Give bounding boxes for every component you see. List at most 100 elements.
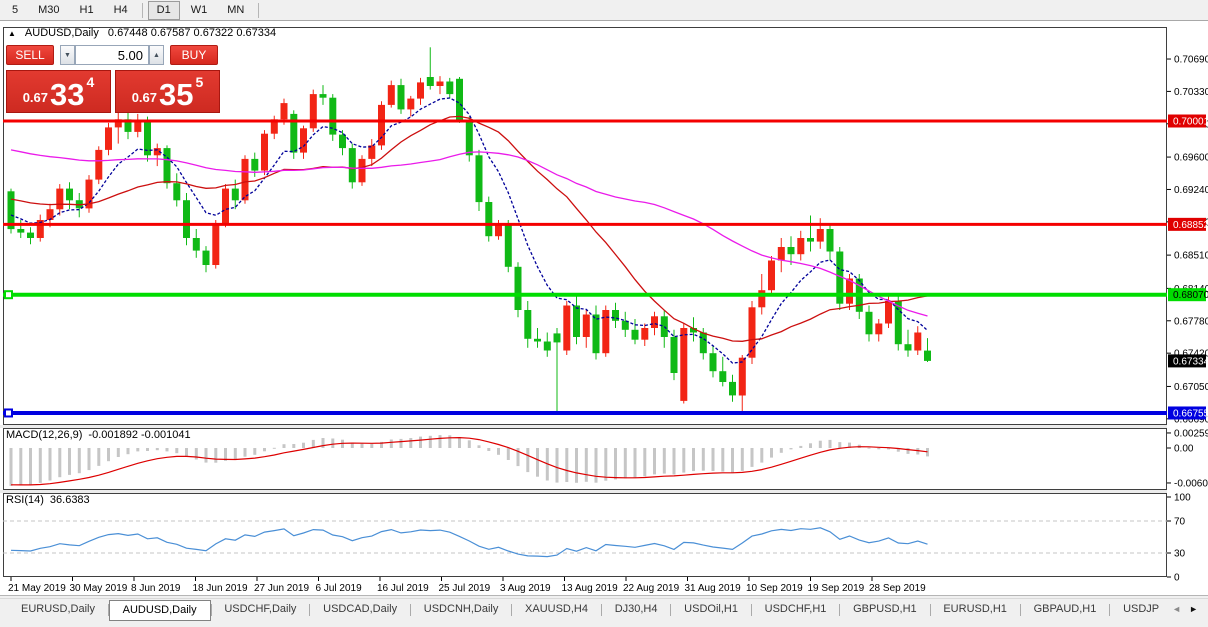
macd-bar	[19, 448, 22, 485]
candle-body	[398, 85, 405, 109]
svg-text:0.70330: 0.70330	[1174, 87, 1208, 98]
candle-body	[164, 148, 171, 183]
volume-increase-button[interactable]: ▲	[149, 45, 164, 65]
candle-body	[827, 229, 834, 252]
timeframe-button-M30[interactable]: M30	[29, 1, 68, 20]
chart-tab-EURUSD-Daily[interactable]: EURUSD,Daily	[8, 600, 108, 619]
tab-scroll-right-icon[interactable]: ►	[1189, 603, 1198, 615]
candle-body	[446, 82, 453, 95]
macd-bar	[838, 442, 841, 448]
chart-tab-USDCNH-Daily[interactable]: USDCNH,Daily	[411, 600, 512, 619]
bid-pips: 33	[50, 82, 84, 108]
candle-body	[632, 330, 639, 340]
svg-text:0.70001: 0.70001	[1173, 117, 1208, 128]
one-click-trade-panel: SELL ▼ ▲ BUY 0.67 33 4 0.67 35 5	[6, 45, 220, 113]
chart-tab-bar: EURUSD,DailyAUDUSD,DailyUSDCHF,DailyUSDC…	[0, 598, 1208, 627]
volume-decrease-button[interactable]: ▼	[60, 45, 75, 65]
svg-text:0.002592: 0.002592	[1174, 428, 1208, 439]
svg-text:0.67334: 0.67334	[1173, 356, 1208, 367]
candle-body	[797, 238, 804, 254]
line-handle[interactable]	[5, 409, 12, 416]
macd-bar	[244, 448, 247, 457]
timeframe-button-D1[interactable]: D1	[148, 1, 180, 20]
chart-tab-GBPAUD-H1[interactable]: GBPAUD,H1	[1021, 600, 1110, 619]
tab-scroll-left-icon[interactable]: ◄	[1172, 603, 1181, 615]
chart-tab-USDCHF-Daily[interactable]: USDCHF,Daily	[211, 600, 309, 619]
svg-text:6 Jul 2019: 6 Jul 2019	[316, 583, 363, 594]
macd-bar	[497, 448, 500, 455]
macd-bar	[156, 448, 159, 450]
candle-body	[515, 267, 522, 310]
chart-tab-USDCAD-Daily[interactable]: USDCAD,Daily	[310, 600, 410, 619]
svg-text:10 Sep 2019: 10 Sep 2019	[746, 583, 803, 594]
candle-body	[914, 333, 921, 351]
price-axis[interactable]: 0.706900.703300.699700.696000.692400.688…	[1167, 55, 1208, 584]
timeframe-button-W1[interactable]: W1	[182, 1, 217, 20]
macd-bar	[624, 448, 627, 478]
macd-bar	[409, 438, 412, 448]
svg-text:22 Aug 2019: 22 Aug 2019	[623, 583, 680, 594]
macd-bar	[49, 448, 52, 481]
candle-body	[47, 209, 54, 220]
buy-button[interactable]: BUY	[170, 45, 218, 65]
svg-text:0.68070: 0.68070	[1173, 290, 1208, 301]
sell-button[interactable]: SELL	[6, 45, 54, 65]
svg-text:25 Jul 2019: 25 Jul 2019	[439, 583, 491, 594]
macd-bar	[741, 448, 744, 471]
chart-tab-DJ30-H4[interactable]: DJ30,H4	[602, 600, 671, 619]
macd-bar	[877, 448, 880, 449]
ask-price-box[interactable]: 0.67 35 5	[115, 70, 220, 113]
date-axis[interactable]: 21 May 201930 May 20198 Jun 201918 Jun 2…	[8, 577, 926, 594]
candle-body	[817, 229, 824, 242]
chart-tab-GBPUSD-H1[interactable]: GBPUSD,H1	[840, 600, 930, 619]
macd-bar	[419, 437, 422, 448]
collapse-triangle-icon[interactable]: ▲	[8, 29, 16, 38]
candle-body	[924, 351, 931, 361]
candle-body	[485, 202, 492, 236]
candle-body	[427, 77, 434, 86]
timeframe-button-H1[interactable]: H1	[71, 1, 103, 20]
candle-body	[95, 150, 102, 180]
bid-point: 4	[87, 74, 95, 90]
macd-bar	[205, 448, 208, 463]
rsi-name: RSI(14)	[6, 494, 44, 506]
ask-pips: 35	[159, 82, 193, 108]
chart-tab-USDJP[interactable]: USDJP	[1110, 600, 1172, 619]
macd-name: MACD(12,26,9)	[6, 429, 82, 441]
macd-bar	[819, 441, 822, 448]
volume-input[interactable]	[75, 45, 149, 65]
chart-symbol-label: AUDUSD,Daily	[25, 27, 99, 39]
macd-bar	[234, 448, 237, 460]
macd-bar	[780, 448, 783, 453]
timeframe-button-5[interactable]: 5	[3, 1, 27, 20]
svg-text:21 May 2019: 21 May 2019	[8, 583, 66, 594]
ma-line-45	[11, 150, 928, 316]
timeframe-toolbar[interactable]: 5M30H1H4 D1W1MN	[0, 0, 1208, 21]
chart-tab-EURUSD-H1[interactable]: EURUSD,H1	[930, 600, 1020, 619]
bid-price-box[interactable]: 0.67 33 4	[6, 70, 111, 113]
macd-bar	[526, 448, 529, 472]
candle-body	[739, 358, 746, 396]
macd-bar	[702, 448, 705, 471]
candle-body	[651, 316, 658, 328]
line-handle[interactable]	[5, 291, 12, 298]
timeframe-button-MN[interactable]: MN	[218, 1, 253, 20]
macd-bar	[39, 448, 42, 483]
chart-tab-USDOil-H1[interactable]: USDOil,H1	[671, 600, 751, 619]
macd-bar	[29, 448, 32, 485]
chart-tab-AUDUSD-Daily[interactable]: AUDUSD,Daily	[109, 600, 211, 621]
candle-body	[563, 306, 570, 351]
timeframe-button-H4[interactable]: H4	[105, 1, 137, 20]
macd-indicator-label: MACD(12,26,9) -0.001892 -0.001041	[6, 429, 191, 441]
bid-prefix: 0.67	[23, 90, 48, 105]
candle-body	[593, 315, 600, 354]
rsi-panel-border	[4, 494, 1167, 577]
svg-text:27 Jun 2019: 27 Jun 2019	[254, 583, 309, 594]
toolbar-separator	[142, 3, 143, 18]
chart-tab-XAUUSD-H4[interactable]: XAUUSD,H4	[512, 600, 601, 619]
macd-bar	[565, 448, 568, 482]
candle-body	[905, 344, 912, 350]
macd-bar	[361, 444, 364, 448]
macd-bar	[653, 448, 656, 474]
chart-tab-USDCHF-H1[interactable]: USDCHF,H1	[752, 600, 840, 619]
